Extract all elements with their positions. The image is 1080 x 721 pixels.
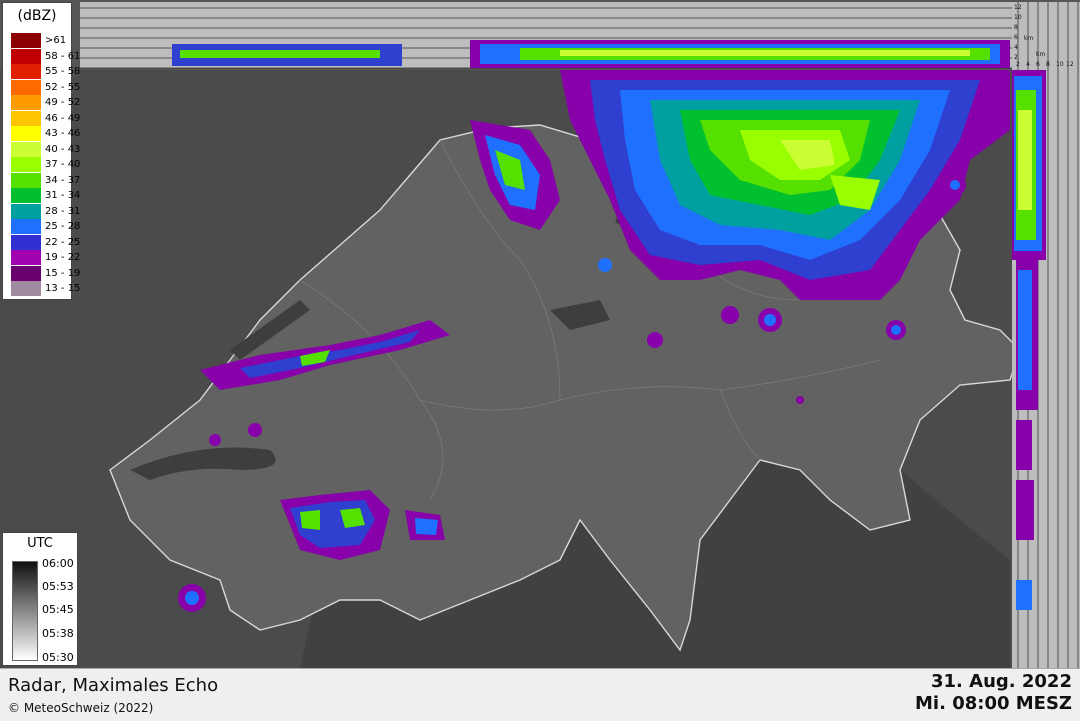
legend-label: 15 - 19 — [45, 267, 81, 279]
utc-label: 05:53 — [42, 580, 74, 593]
legend-swatch — [11, 110, 41, 126]
side-tick-6: 6 — [1036, 61, 1040, 68]
legend-row: 49 - 52 — [11, 95, 80, 111]
legend-swatch — [11, 33, 41, 49]
utc-label: 06:00 — [42, 557, 74, 570]
legend-row: 15 - 19 — [11, 265, 81, 282]
legend-label: 25 - 28 — [45, 221, 81, 233]
top-tick-10: 10 — [1014, 14, 1022, 21]
side-tick-4: 4 — [1026, 61, 1030, 68]
utc-label: 05:30 — [42, 651, 74, 664]
utc-gradient-bar — [12, 561, 38, 661]
legend-row: 28 - 31 — [11, 203, 81, 220]
side-scale-unit: km — [1036, 51, 1045, 58]
legend-swatch — [11, 64, 41, 80]
legend-label: >61 — [45, 35, 67, 47]
product-title: Radar, Maximales Echo — [8, 675, 219, 696]
utc-legend: UTC 06:00 05:53 05:45 05:38 05:30 — [2, 532, 78, 666]
legend-row: 31 - 34 — [11, 188, 80, 204]
top-tick-2: 2 — [1014, 54, 1018, 61]
date-label: 31. Aug. 2022 — [931, 671, 1072, 692]
legend-row: 19 - 22 — [11, 250, 80, 266]
legend-swatch — [11, 126, 41, 142]
legend-row: 46 - 49 — [11, 110, 81, 127]
legend-row: >61 — [11, 33, 80, 49]
legend-label: 46 - 49 — [45, 112, 81, 124]
legend-label: 13 - 15 — [45, 283, 81, 295]
utc-title: UTC — [27, 536, 53, 551]
legend-label: 40 - 43 — [45, 143, 81, 155]
legend-label: 28 - 31 — [45, 205, 81, 217]
top-tick-12: 12 — [1014, 4, 1022, 11]
legend-row: 13 - 15 — [11, 281, 80, 297]
time-label: Mi. 08:00 MESZ — [915, 693, 1072, 714]
legend-row: 34 - 37 — [11, 172, 81, 189]
legend-unit: (dBZ) — [17, 8, 57, 24]
legend-row: 22 - 25 — [11, 234, 81, 251]
top-tick-4: 4 — [1014, 44, 1018, 51]
top-profile-panel — [80, 2, 1012, 69]
legend-swatch — [11, 203, 41, 219]
legend-swatch — [11, 219, 41, 235]
legend-swatch — [11, 188, 41, 204]
legend-swatch — [11, 79, 41, 95]
legend-label: 49 - 52 — [45, 97, 81, 109]
legend-row: 40 - 43 — [11, 141, 81, 158]
legend-label: 19 - 22 — [45, 252, 81, 264]
legend-label: 37 - 40 — [45, 159, 81, 171]
copyright: © MeteoSchweiz (2022) — [8, 701, 154, 715]
legend-swatch — [11, 48, 41, 64]
radar-map: 12 10 8 6 4 2 km 2 4 6 8 10 12 km — [0, 0, 1080, 668]
dbz-legend: (dBZ) >61 58 - 61 55 - 58 52 - 55 49 - 52 46 … — [2, 2, 80, 300]
side-tick-2: 2 — [1016, 61, 1020, 68]
footer-bar: Radar, Maximales Echo © MeteoSchweiz (20… — [0, 668, 1080, 721]
legend-row: 58 - 61 — [11, 48, 81, 65]
utc-label: 05:45 — [42, 603, 74, 616]
legend-row: 37 - 40 — [11, 157, 80, 173]
top-tick-6: 6 — [1014, 34, 1018, 41]
legend-swatch — [11, 265, 41, 281]
legend-swatch — [11, 250, 41, 266]
legend-swatch — [11, 95, 41, 111]
legend-label: 43 - 46 — [45, 128, 81, 140]
legend-label: 22 - 25 — [45, 236, 81, 248]
legend-row: 55 - 58 — [11, 64, 80, 80]
side-tick-8: 8 — [1046, 61, 1050, 68]
legend-swatch — [11, 172, 41, 188]
legend-label: 31 - 34 — [45, 190, 81, 202]
legend-row: 43 - 46 — [11, 126, 80, 142]
side-profile-panel — [1012, 2, 1080, 668]
top-scale-unit: km — [1024, 35, 1033, 42]
legend-label: 58 - 61 — [45, 50, 81, 62]
legend-row: 25 - 28 — [11, 219, 80, 235]
legend-swatch — [11, 281, 41, 297]
legend-row: 52 - 55 — [11, 79, 81, 96]
legend-label: 52 - 55 — [45, 81, 81, 93]
side-tick-12: 12 — [1066, 61, 1074, 68]
top-tick-8: 8 — [1014, 24, 1018, 31]
legend-label: 55 - 58 — [45, 66, 81, 78]
legend-label: 34 - 37 — [45, 174, 81, 186]
legend-rows: >61 58 - 61 55 - 58 52 - 55 49 - 52 46 - 49 43… — [11, 33, 80, 297]
legend-swatch — [11, 157, 41, 173]
legend-swatch — [11, 141, 41, 157]
legend-swatch — [11, 234, 41, 250]
utc-label: 05:38 — [42, 627, 74, 640]
side-tick-10: 10 — [1056, 61, 1064, 68]
